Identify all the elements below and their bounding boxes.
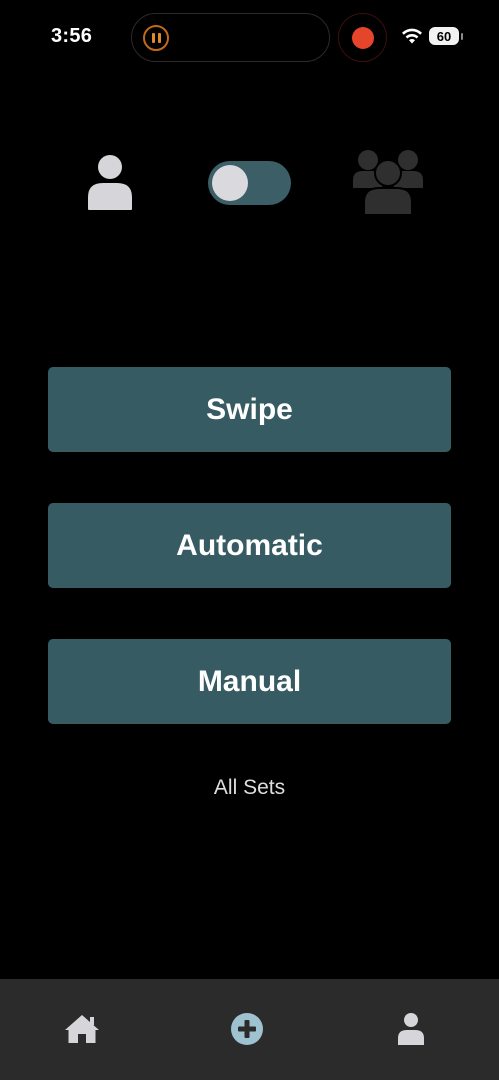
manual-button[interactable]: Manual xyxy=(48,639,451,724)
battery-level: 60 xyxy=(436,28,452,44)
status-time: 3:56 xyxy=(51,25,93,47)
home-icon xyxy=(65,1015,99,1043)
record-icon xyxy=(351,26,374,49)
dynamic-island xyxy=(131,13,330,62)
pause-icon[interactable] xyxy=(143,25,169,51)
all-sets-link[interactable]: All Sets xyxy=(0,776,499,800)
tab-add[interactable] xyxy=(227,1009,267,1049)
profile-icon xyxy=(398,1013,424,1045)
person-icon xyxy=(88,155,132,210)
group-icon xyxy=(353,150,423,216)
mode-toggle[interactable] xyxy=(208,161,291,205)
automatic-button[interactable]: Automatic xyxy=(48,503,451,588)
tab-profile[interactable] xyxy=(391,1009,431,1049)
swipe-button[interactable]: Swipe xyxy=(48,367,451,452)
tab-home[interactable] xyxy=(62,1009,102,1049)
battery-icon: 60 xyxy=(429,27,459,45)
tab-bar xyxy=(0,979,499,1080)
record-indicator[interactable] xyxy=(338,13,387,62)
battery-tip xyxy=(461,33,463,40)
wifi-icon xyxy=(402,28,422,44)
toggle-knob xyxy=(212,165,248,201)
add-icon xyxy=(231,1013,263,1045)
